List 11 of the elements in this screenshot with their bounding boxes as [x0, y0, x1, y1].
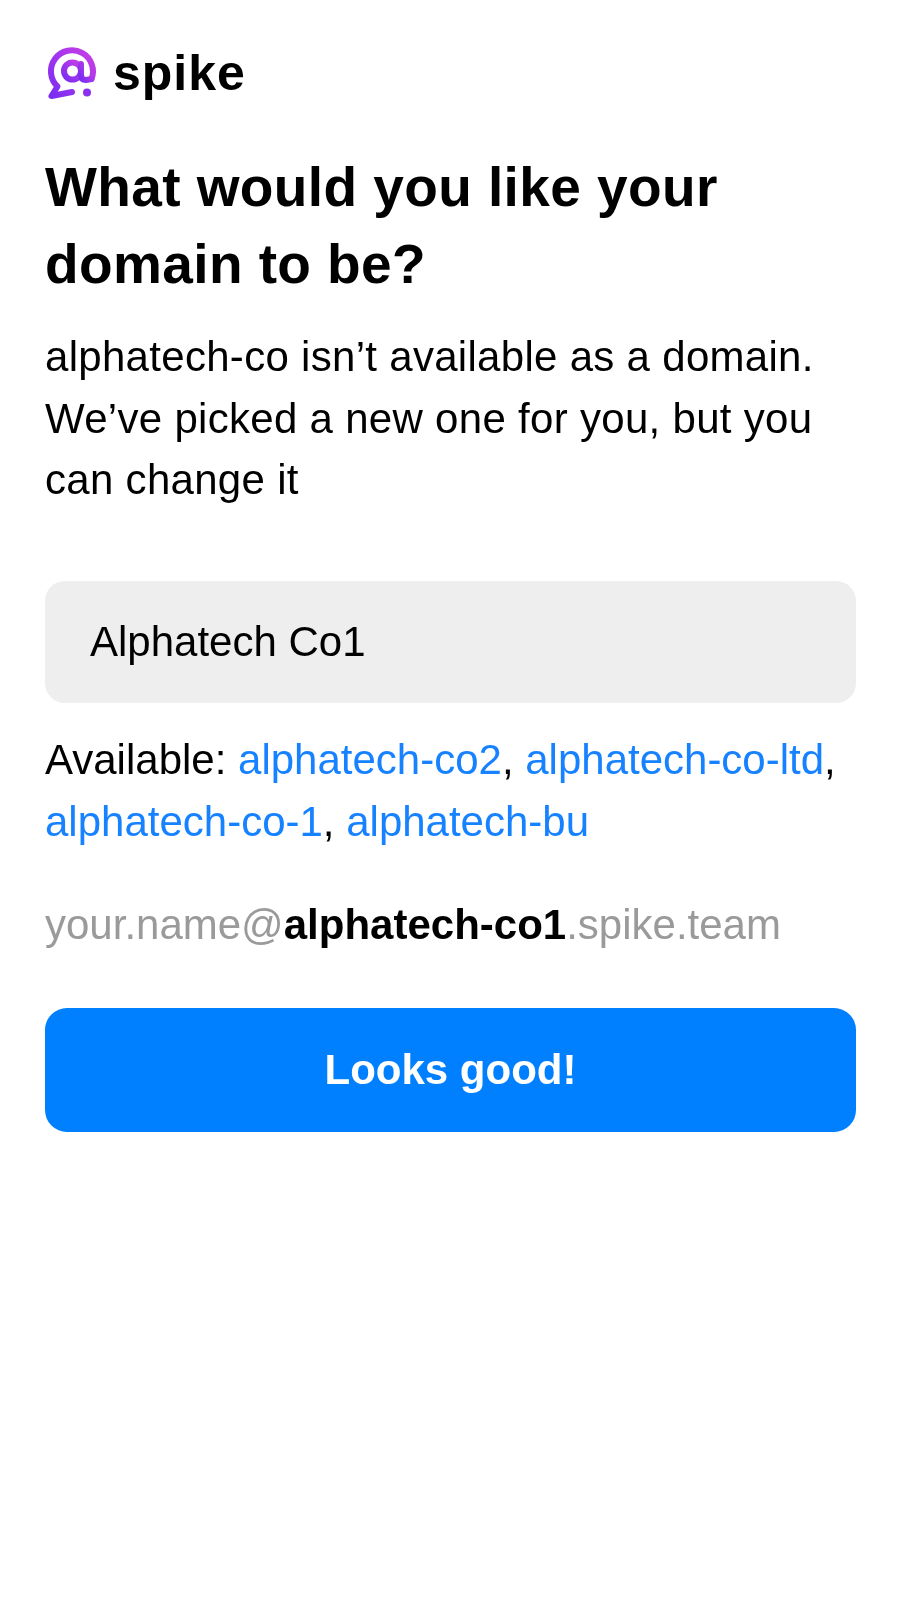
email-preview: your.name@alphatech-co1.spike.team	[45, 899, 781, 950]
domain-unavailable-message: alphatech-co isn’t available as a domain. We’ve picked a new one for you, but you can change it	[45, 332, 815, 505]
domain-suggestion-link[interactable]: alphatech-co2	[238, 735, 502, 783]
domain-suggestion-link[interactable]: alphatech-co-1	[45, 797, 323, 845]
domain-suggestion-link[interactable]: alphatech-co-ltd	[525, 735, 825, 783]
looks-good-button[interactable]: Looks good!	[45, 1007, 856, 1132]
available-domains-text: Available: alphatech-co2, alphatech-co-ltd, alphatech-co-1, alphatech-bu	[45, 734, 837, 847]
page-heading: What would you like your domain to be?	[45, 155, 719, 297]
domain-suggestion-link[interactable]: alphatech-bu	[346, 797, 590, 845]
brand-name: spike	[113, 44, 246, 102]
domain-input[interactable]: Alphatech Co1	[45, 580, 856, 703]
